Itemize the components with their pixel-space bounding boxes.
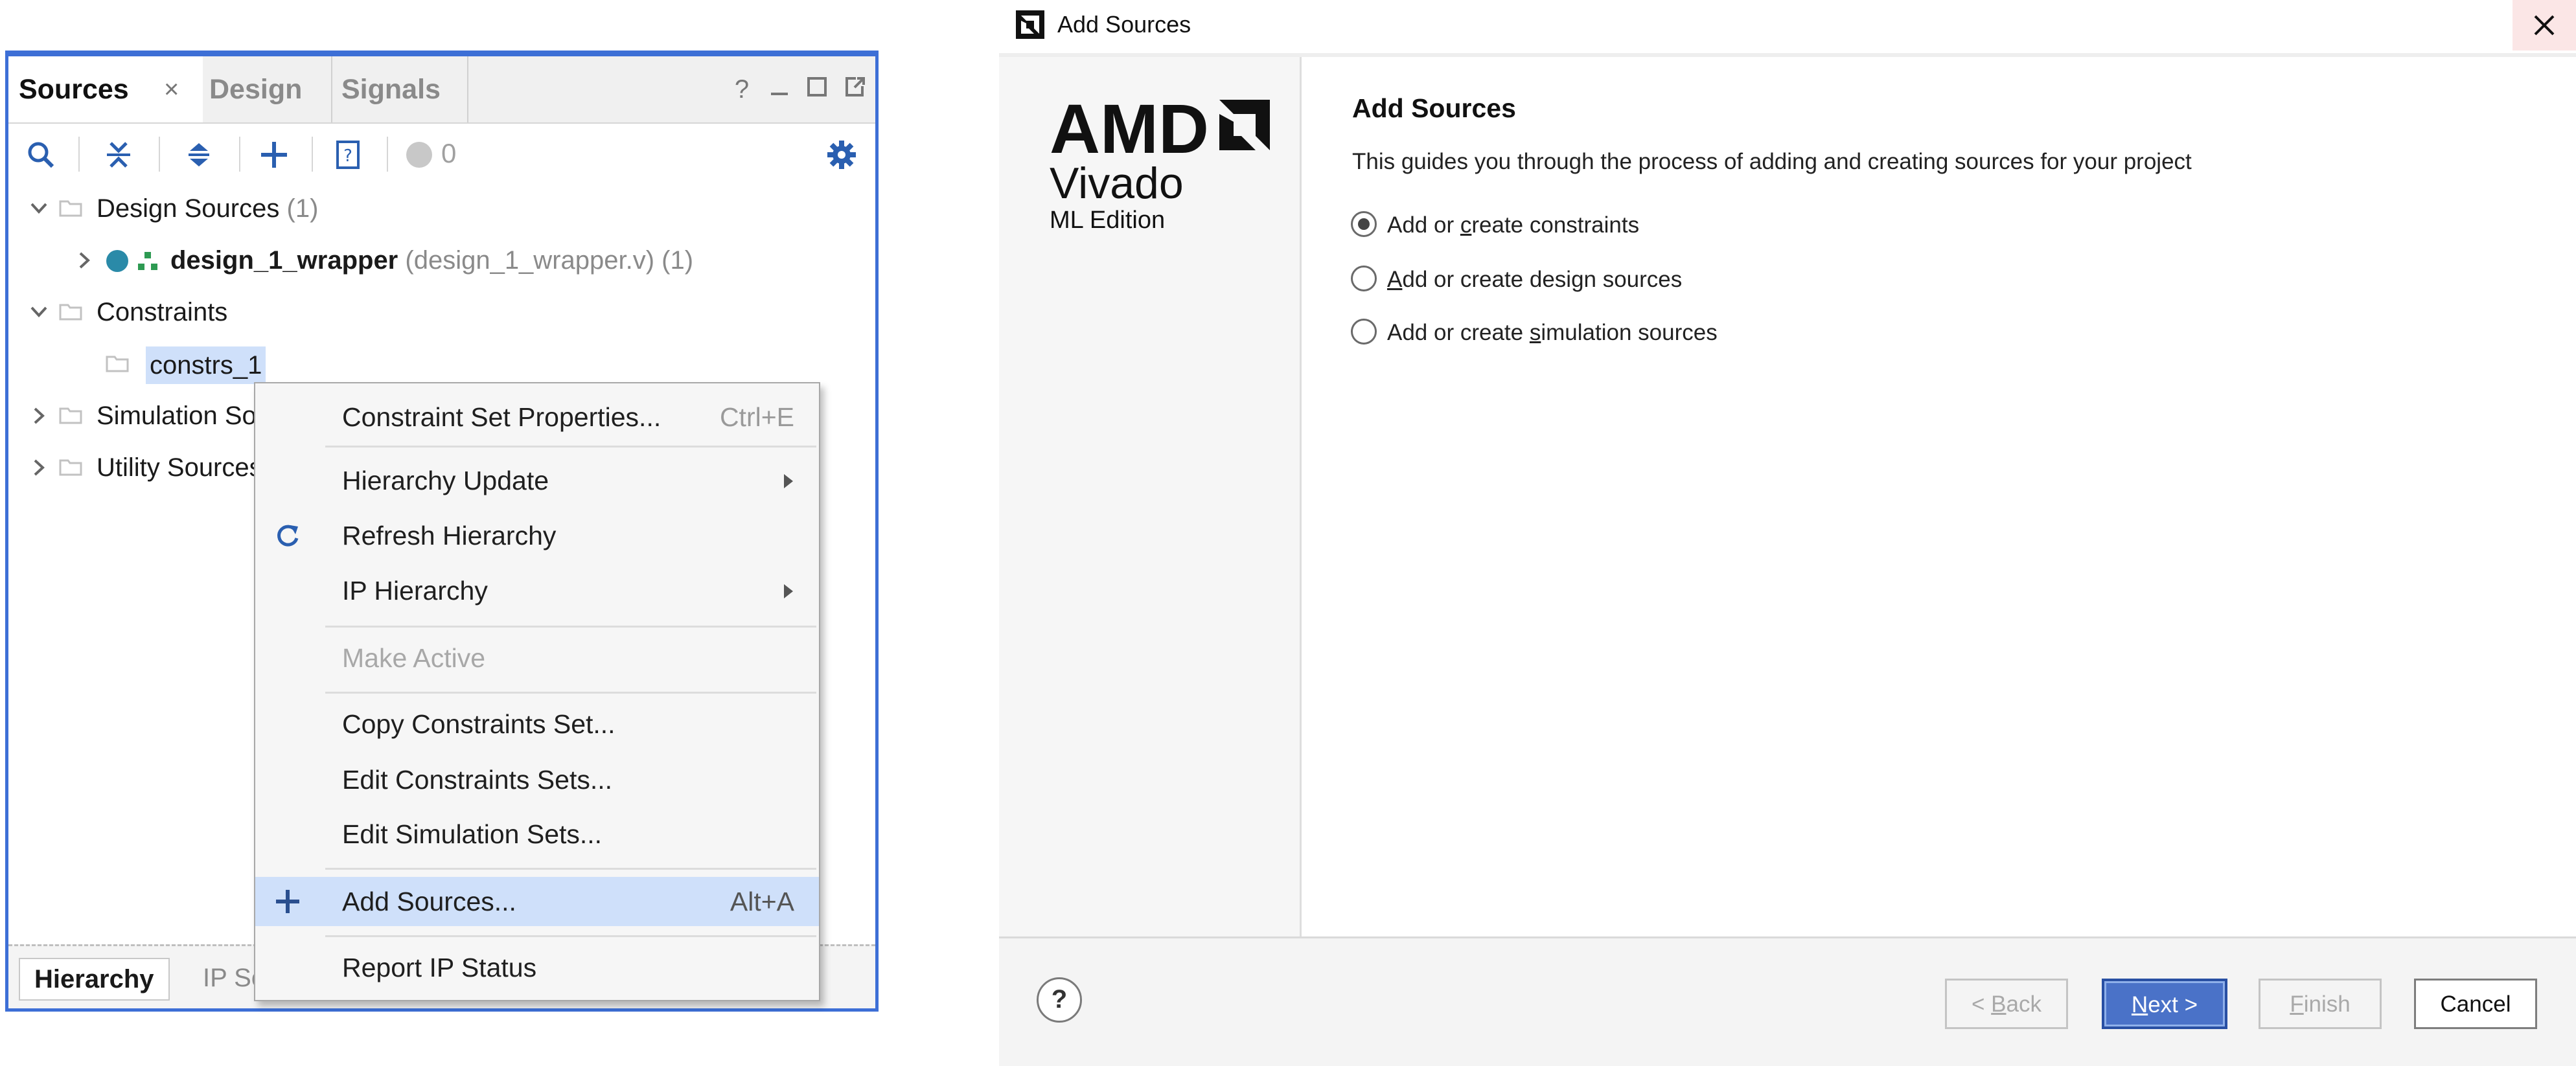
tab-close-icon[interactable]: ×: [164, 56, 179, 122]
plus-icon: [276, 890, 299, 913]
option-label: Add or create design sources: [1387, 267, 1683, 292]
menu-item-copy-constraints-set[interactable]: Copy Constraints Set...: [255, 699, 819, 749]
tree-label-simulation-sources: Simulation So: [97, 402, 257, 430]
folder-icon: [59, 407, 82, 424]
shortcut-label: Ctrl+E: [719, 402, 794, 432]
option-label: Add or create simulation sources: [1387, 320, 1718, 345]
amd-logo: AMD: [1050, 89, 1270, 168]
option-label: Add or create constraints: [1387, 212, 1640, 238]
message-count: 0: [441, 138, 457, 168]
gear-icon[interactable]: [822, 135, 861, 174]
radio-unselected[interactable]: [1351, 319, 1377, 345]
sources-toolbar: ? 0: [8, 122, 875, 186]
dialog-content: Add Sources This guides you through the …: [1302, 57, 2576, 936]
minimize-icon[interactable]: [765, 73, 794, 106]
dialog-title-bar: Add Sources: [999, 0, 2576, 57]
hierarchy-icon: [138, 252, 157, 270]
close-button[interactable]: [2513, 0, 2576, 51]
menu-item-refresh-hierarchy[interactable]: Refresh Hierarchy: [255, 511, 819, 560]
menu-item-ip-hierarchy[interactable]: IP Hierarchy: [255, 566, 819, 615]
menu-item-edit-constraints-sets[interactable]: Edit Constraints Sets...: [255, 755, 819, 804]
tree-label-design-sources: Design Sources (1): [97, 194, 319, 223]
chevron-right-icon[interactable]: [73, 249, 95, 271]
chevron-down-icon[interactable]: [28, 198, 50, 220]
refresh-icon: [277, 525, 299, 547]
context-menu: Constraint Set Properties... Ctrl+E Hiera…: [254, 382, 820, 1001]
add-sources-icon[interactable]: [255, 135, 293, 174]
dialog-heading: Add Sources: [1352, 93, 1516, 123]
float-icon[interactable]: [840, 73, 869, 106]
add-sources-dialog: Add Sources AMD Vivado ML Edition Add So…: [999, 0, 2576, 1066]
dialog-description: This guides you through the process of a…: [1352, 149, 2192, 174]
tree-label-wrapper: design_1_wrapper (design_1_wrapper.v) (1…: [170, 246, 694, 275]
tab-sources-label: Sources: [19, 74, 129, 105]
chevron-right-icon[interactable]: [28, 457, 50, 479]
menu-item-add-sources[interactable]: Add Sources... Alt+A: [255, 877, 819, 926]
svg-text:AMD: AMD: [1050, 93, 1209, 158]
help-button[interactable]: ?: [1037, 977, 1082, 1023]
amd-vivado-logo: AMD Vivado ML Edition: [1050, 89, 1276, 234]
folder-icon: [59, 459, 82, 476]
folder-icon: [106, 356, 129, 372]
folder-icon: [59, 200, 82, 217]
chevron-down-icon[interactable]: [28, 301, 50, 323]
menu-item-hierarchy-update[interactable]: Hierarchy Update: [255, 456, 819, 505]
expand-all-icon[interactable]: [179, 135, 218, 174]
dialog-title: Add Sources: [1057, 11, 1191, 38]
submenu-arrow-icon: [784, 474, 793, 488]
menu-item-report-ip-status[interactable]: Report IP Status: [255, 943, 819, 992]
menu-item-constraint-set-properties[interactable]: Constraint Set Properties... Ctrl+E: [255, 392, 819, 442]
top-module-dot-icon: [106, 250, 128, 272]
tree-label-constraints: Constraints: [97, 298, 228, 326]
tree-label-utility-sources: Utility Sources: [97, 453, 262, 482]
tab-sources[interactable]: Sources ×: [8, 56, 203, 122]
tab-signals[interactable]: Signals: [332, 56, 468, 122]
maximize-icon[interactable]: [803, 73, 831, 106]
menu-item-edit-simulation-sets[interactable]: Edit Simulation Sets...: [255, 810, 819, 859]
next-button[interactable]: Next >: [2102, 979, 2227, 1029]
dialog-side-panel: AMD Vivado ML Edition: [999, 57, 1302, 936]
finish-button: Finish: [2259, 979, 2382, 1029]
help-icon[interactable]: ?: [728, 73, 756, 106]
product-edition: ML Edition: [1050, 207, 1166, 234]
cancel-button[interactable]: Cancel: [2414, 979, 2537, 1029]
panel-tab-bar: Sources × Design Signals ?: [8, 56, 875, 124]
tab-hierarchy[interactable]: Hierarchy: [19, 958, 170, 1001]
submenu-arrow-icon: [784, 584, 793, 598]
dialog-footer: ? < Back Next > Finish Cancel: [999, 936, 2576, 1066]
radio-selected[interactable]: [1351, 211, 1377, 237]
radio-unselected[interactable]: [1351, 266, 1377, 291]
app-logo-icon: [1016, 10, 1044, 39]
folder-icon: [59, 304, 82, 321]
close-icon: [2534, 15, 2555, 36]
properties-icon[interactable]: ?: [328, 135, 367, 174]
search-icon[interactable]: [21, 135, 60, 174]
back-button: < Back: [1945, 979, 2068, 1029]
svg-text:?: ?: [343, 146, 352, 166]
shortcut-label: Alt+A: [730, 887, 794, 916]
tab-design[interactable]: Design: [203, 56, 332, 122]
tree-label-constrs-1: constrs_1: [146, 346, 266, 384]
product-name: Vivado: [1050, 159, 1184, 208]
chevron-right-icon[interactable]: [28, 405, 50, 427]
messages-status-icon[interactable]: [400, 135, 439, 174]
collapse-all-icon[interactable]: [99, 135, 138, 174]
menu-item-make-active: Make Active: [342, 643, 486, 673]
